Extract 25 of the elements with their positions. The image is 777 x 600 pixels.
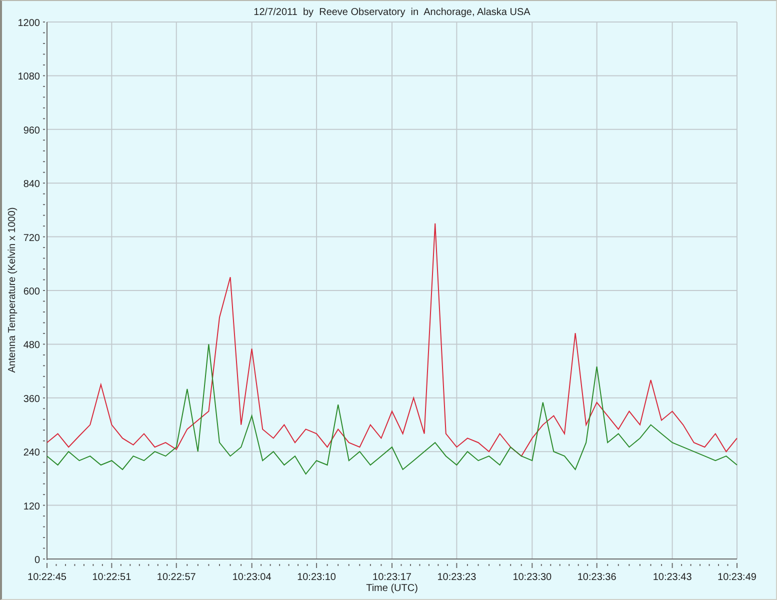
chart-title: 12/7/2011 by Reeve Observatory in Anchorage, Alaska USA xyxy=(254,7,530,18)
tick-label: 10:22:51 xyxy=(92,572,132,583)
tick-label: 1080 xyxy=(18,72,40,83)
tick-label: 10:22:57 xyxy=(156,572,196,583)
tick-label: 10:23:49 xyxy=(718,572,756,583)
tick-label: 1200 xyxy=(18,18,40,29)
tick-label: 240 xyxy=(23,448,40,459)
tick-label: 10:23:36 xyxy=(577,572,616,583)
tick-label: 840 xyxy=(23,179,40,190)
tick-label: 0 xyxy=(34,555,40,566)
tick-label: 10:23:30 xyxy=(512,572,552,583)
tick-label: 10:23:23 xyxy=(437,572,476,583)
tick-label: 10:22:45 xyxy=(28,572,66,583)
tick-label: 360 xyxy=(23,394,40,405)
tick-label: 10:23:10 xyxy=(297,572,336,583)
tick-label: 600 xyxy=(23,286,40,298)
tick-label: 960 xyxy=(23,125,40,136)
axis-label: Time (UTC) xyxy=(366,583,418,594)
tick-label: 10:23:04 xyxy=(232,572,272,583)
tick-label: 120 xyxy=(23,501,40,512)
axis-label: Antenna Temperature (Kelvin x 1000) xyxy=(7,207,18,373)
tick-label: 480 xyxy=(23,340,40,352)
tick-label: 10:23:17 xyxy=(372,572,412,583)
tick-label: 720 xyxy=(23,232,40,244)
tick-label: 10:23:43 xyxy=(652,572,692,583)
